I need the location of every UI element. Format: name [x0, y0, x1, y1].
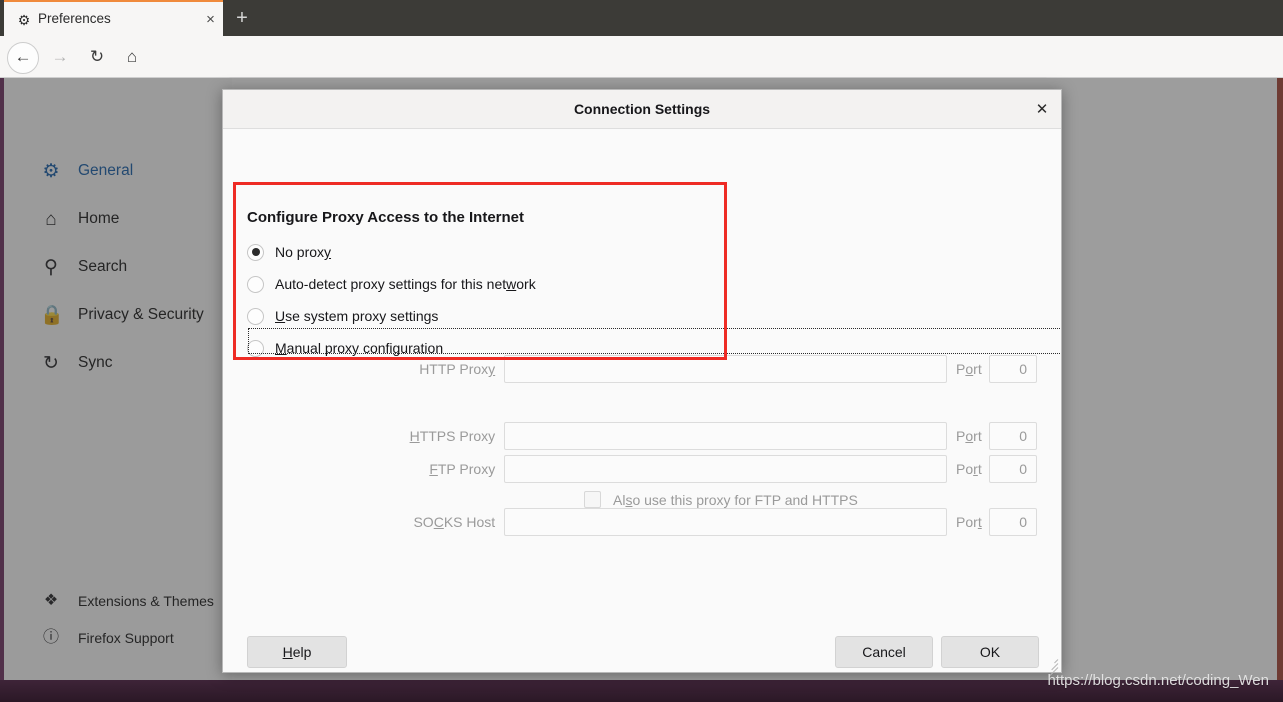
- field-http-proxy: HTTP Proxy Port 0: [247, 355, 1037, 383]
- https-proxy-port-input[interactable]: 0: [988, 422, 1037, 450]
- section-title: Configure Proxy Access to the Internet: [247, 209, 525, 226]
- tab-strip: ⚙ Preferences × +: [0, 0, 1283, 36]
- radio-use-system-proxy[interactable]: Use system proxy settings: [247, 304, 438, 328]
- field-socks-host: SOCKS Host Port 0: [247, 508, 1037, 536]
- home-icon[interactable]: ⌂: [117, 42, 147, 72]
- cancel-button[interactable]: Cancel: [835, 636, 933, 668]
- dialog-body: Configure Proxy Access to the Internet N…: [223, 129, 1061, 633]
- port-label: Port: [956, 361, 982, 377]
- radio-no-proxy[interactable]: No proxy: [247, 240, 331, 264]
- desktop-left-edge: [0, 78, 4, 680]
- socks-host-input[interactable]: [504, 508, 948, 536]
- radio-indicator[interactable]: [247, 275, 264, 293]
- field-label: SOCKS Host: [413, 514, 496, 530]
- field-label: FTP Proxy: [429, 461, 496, 477]
- new-tab-button[interactable]: +: [230, 7, 254, 30]
- checkbox-share-proxy[interactable]: Also use this proxy for FTP and HTTPS: [584, 491, 858, 508]
- close-icon[interactable]: ✕: [1031, 99, 1053, 121]
- navigation-toolbar: ← → ↻ ⌂ ⟳ Firefox about:preferences ☆ ‖∖…: [0, 36, 1283, 106]
- tab-preferences[interactable]: ⚙ Preferences ×: [4, 0, 223, 36]
- ok-button[interactable]: OK: [941, 636, 1039, 668]
- connection-settings-dialog: Connection Settings ✕ Configure Proxy Ac…: [222, 89, 1062, 678]
- back-icon[interactable]: ←: [7, 42, 39, 74]
- help-button[interactable]: Help: [247, 636, 347, 668]
- radio-indicator[interactable]: [247, 307, 264, 325]
- checkbox-indicator[interactable]: [584, 491, 601, 508]
- resize-grip[interactable]: [1044, 655, 1059, 678]
- dialog-title: Connection Settings: [573, 101, 711, 117]
- desktop-right-edge: [1277, 78, 1283, 680]
- field-label: HTTP Proxy: [419, 361, 496, 377]
- dialog-footer: Help Cancel OK: [223, 633, 1061, 673]
- http-proxy-input[interactable]: [504, 355, 948, 383]
- port-label: Port: [956, 428, 982, 444]
- ftp-proxy-input[interactable]: [504, 455, 948, 483]
- tab-title: Preferences: [38, 11, 111, 26]
- browser-window: ⚙ Preferences × + ← → ↻ ⌂ ⟳ Firefox abou…: [0, 0, 1283, 702]
- close-icon[interactable]: ×: [202, 11, 219, 28]
- radio-auto-detect-proxy[interactable]: Auto-detect proxy settings for this netw…: [247, 272, 536, 296]
- gear-icon: ⚙: [17, 12, 31, 28]
- dialog-titlebar: Connection Settings ✕: [223, 90, 1061, 129]
- radio-label: Auto-detect proxy settings for this netw…: [275, 276, 536, 292]
- radio-indicator[interactable]: [247, 243, 264, 261]
- checkbox-label: Also use this proxy for FTP and HTTPS: [613, 491, 858, 508]
- https-proxy-input[interactable]: [504, 422, 948, 450]
- port-label: Port: [956, 514, 982, 530]
- radio-indicator[interactable]: [247, 339, 264, 357]
- field-https-proxy: HTTPS Proxy Port 0: [247, 422, 1037, 450]
- forward-icon[interactable]: →: [45, 42, 75, 72]
- watermark-text: https://blog.csdn.net/coding_Wen: [1047, 672, 1269, 689]
- field-label: HTTPS Proxy: [409, 428, 496, 444]
- field-ftp-proxy: FTP Proxy Port 0: [247, 455, 1037, 483]
- radio-label: No proxy: [275, 244, 332, 260]
- socks-host-port-input[interactable]: 0: [988, 508, 1037, 536]
- http-proxy-port-input[interactable]: 0: [988, 355, 1037, 383]
- ftp-proxy-port-input[interactable]: 0: [988, 455, 1037, 483]
- radio-label: Use system proxy settings: [275, 308, 439, 324]
- port-label: Port: [956, 461, 982, 477]
- reload-icon[interactable]: ↻: [82, 42, 112, 72]
- radio-label: Manual proxy configuration: [275, 340, 444, 356]
